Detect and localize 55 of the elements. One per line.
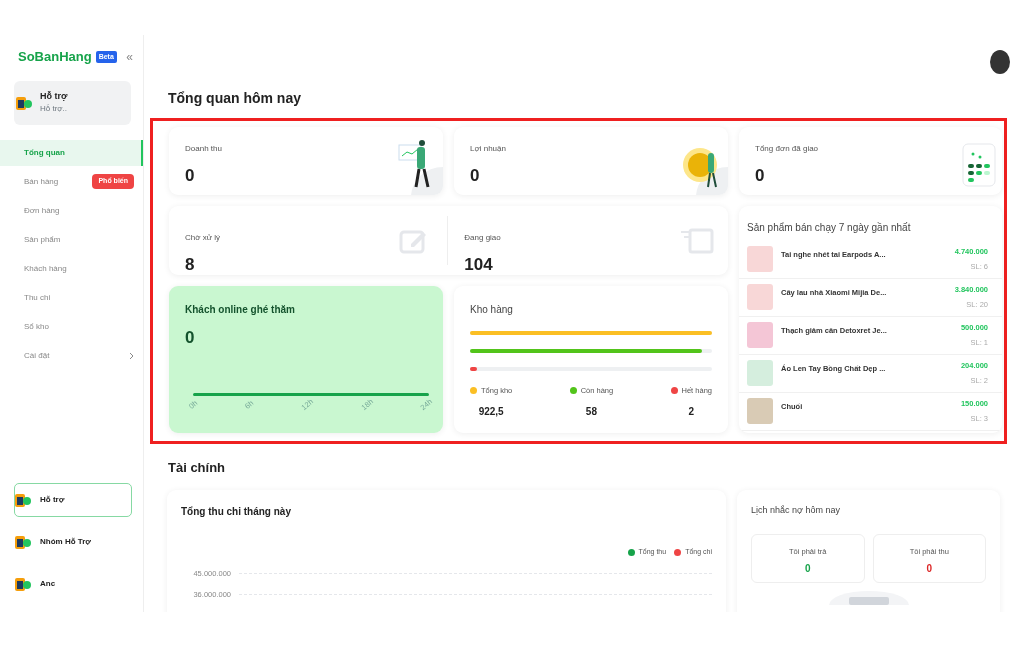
shop-item[interactable]: Nhóm Hỗ Trợ: [14, 525, 132, 559]
card-title: Sản phẩm bán chạy 7 ngày gần nhất: [746, 221, 912, 235]
section-title: Tài chính: [168, 459, 227, 477]
debt-value: 0: [925, 561, 934, 576]
stat-value: 0: [185, 165, 196, 187]
card-title: Kho hàng: [470, 303, 514, 317]
stat-value: 0: [755, 165, 766, 187]
store-icon: [15, 492, 31, 508]
nav-item[interactable]: Đơn hàng: [0, 197, 143, 224]
section-title: Tổng quan hôm nay: [168, 89, 302, 108]
shop-item[interactable]: Hỗ trợ: [14, 483, 132, 517]
order-label: Chờ xử lý: [185, 232, 222, 244]
stock-value: 2: [687, 405, 696, 420]
store-icon: [15, 534, 31, 550]
stock-value: 922,5: [477, 405, 505, 420]
shop-name: Hỗ trợ: [40, 494, 65, 506]
stat-label: Doanh thu: [185, 143, 223, 155]
nav-item[interactable]: Khách hàng: [0, 255, 143, 282]
order-label: Đang giao: [464, 232, 502, 244]
shop-item[interactable]: Anc: [14, 567, 132, 601]
avatar[interactable]: [990, 50, 1010, 74]
collapse-button[interactable]: «: [126, 47, 133, 66]
store-icon: [16, 94, 32, 111]
calendar-drawing: [962, 143, 996, 187]
debt-value: 0: [803, 561, 812, 576]
nav-item[interactable]: Cài đặt: [0, 342, 143, 369]
order-value: 104: [464, 254, 494, 275]
stat-value: 0: [470, 165, 481, 187]
stat-label: Tổng đơn đã giao: [755, 143, 820, 155]
card-title: Lịch nhắc nợ hôm nay: [751, 504, 841, 517]
card-title: Khách online ghé thăm: [185, 303, 296, 317]
order-value: 8: [185, 254, 196, 275]
photo-placeholder: [747, 246, 773, 272]
nav-item[interactable]: Thu chi: [0, 284, 143, 311]
box-icon: [680, 226, 714, 256]
stock-value: 58: [584, 405, 598, 420]
nav-item[interactable]: Tổng quan: [0, 139, 143, 166]
stat-label: Lợi nhuận: [470, 143, 507, 155]
photo-placeholder: [747, 284, 773, 310]
account-card[interactable]: Hỗ trợ Hỗ trợ..: [14, 80, 131, 125]
nav-label: Bán hàng: [24, 175, 59, 188]
shop-name: Anc: [40, 578, 56, 590]
online-value: 0: [185, 327, 196, 349]
nav-label: Cài đặt: [24, 349, 50, 362]
account-subtitle: Hỗ trợ..: [40, 103, 68, 116]
photo-placeholder: [747, 322, 773, 348]
nav-item[interactable]: Sản phẩm: [0, 226, 143, 253]
nav-item[interactable]: Sổ kho: [0, 313, 143, 340]
shop-name: Nhóm Hỗ Trợ: [40, 536, 92, 548]
account-name: Hỗ trợ: [40, 89, 68, 103]
store-icon: [15, 576, 31, 592]
photo-placeholder: [747, 360, 773, 386]
photo-placeholder: [747, 398, 773, 424]
app-logo: SoBanHang: [18, 48, 92, 66]
card-title: Tổng thu chi tháng này: [181, 505, 292, 519]
